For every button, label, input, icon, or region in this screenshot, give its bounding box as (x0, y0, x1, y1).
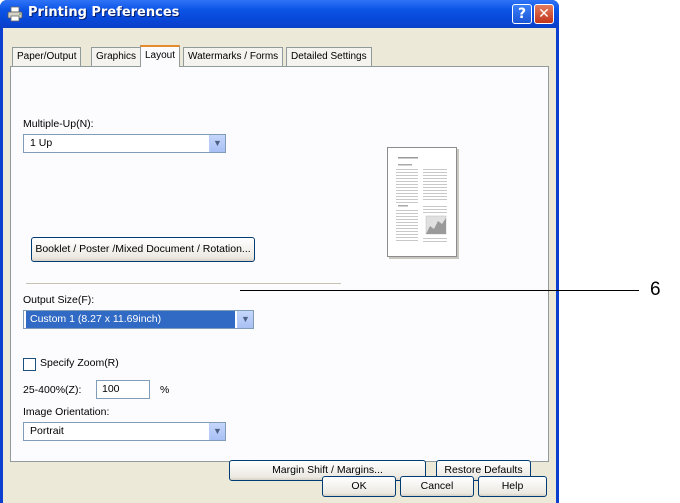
window-title: Printing Preferences (28, 5, 180, 20)
page-preview (387, 147, 457, 257)
output-size-dropdown[interactable]: Custom 1 (8.27 x 11.69inch) ▼ (23, 310, 254, 329)
printer-icon (7, 6, 23, 22)
title-help-button[interactable]: ? (512, 4, 532, 24)
zoom-input[interactable]: 100 (96, 380, 150, 399)
multiple-up-dropdown[interactable]: 1 Up ▼ (23, 134, 226, 153)
output-size-label: Output Size(F): (23, 294, 95, 306)
tab-paper-output[interactable]: Paper/Output (12, 47, 82, 66)
tab-detailed-settings[interactable]: Detailed Settings (286, 47, 372, 66)
printing-preferences-dialog: Printing Preferences ? ✕ Paper/Output Gr… (0, 0, 559, 503)
image-orientation-label: Image Orientation: (23, 406, 110, 418)
chevron-down-icon[interactable]: ▼ (237, 311, 253, 328)
help-button[interactable]: Help (478, 476, 547, 497)
callout-number: 6 (650, 279, 661, 300)
close-button[interactable]: ✕ (534, 4, 554, 24)
ok-button[interactable]: OK (322, 476, 396, 497)
section-divider (26, 283, 341, 284)
output-size-value: Custom 1 (8.27 x 11.69inch) (26, 311, 235, 328)
specify-zoom-label: Specify Zoom(R) (40, 357, 119, 369)
tab-watermarks-forms[interactable]: Watermarks / Forms (183, 47, 284, 66)
chevron-down-icon[interactable]: ▼ (209, 423, 225, 440)
callout-line (240, 290, 639, 291)
multiple-up-label: Multiple-Up(N): (23, 118, 94, 130)
layout-panel: Multiple-Up(N): 1 Up ▼ Booklet / Poster … (10, 66, 549, 481)
booklet-poster-button[interactable]: Booklet / Poster /Mixed Document / Rotat… (31, 237, 255, 262)
title-bar[interactable]: Printing Preferences ? ✕ (0, 0, 559, 28)
multiple-up-value: 1 Up (30, 137, 53, 149)
tab-graphics[interactable]: Graphics (91, 47, 142, 66)
image-orientation-value: Portrait (30, 425, 64, 437)
chevron-down-icon[interactable]: ▼ (209, 135, 225, 152)
image-orientation-dropdown[interactable]: Portrait ▼ (23, 422, 226, 441)
zoom-range-label: 25-400%(Z): (23, 384, 82, 396)
zoom-unit-label: % (160, 384, 170, 396)
document-preview-icon (396, 157, 447, 242)
specify-zoom-checkbox[interactable] (23, 358, 36, 371)
dialog-body: Paper/Output Graphics Layout Watermarks … (3, 28, 556, 503)
tab-layout[interactable]: Layout (140, 45, 181, 67)
cancel-button[interactable]: Cancel (400, 476, 474, 497)
